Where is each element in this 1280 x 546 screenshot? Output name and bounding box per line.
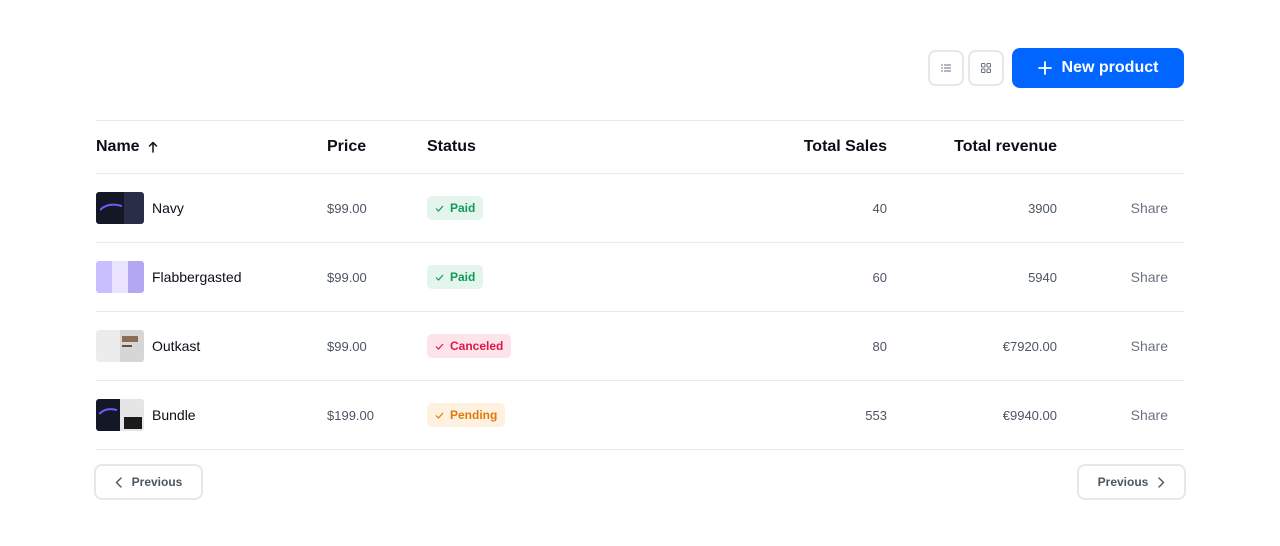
table-header: Name Price Status Total Sales Total reve… xyxy=(96,121,1184,174)
arrow-up-icon xyxy=(148,141,157,153)
product-price: $199.00 xyxy=(327,407,374,423)
name-column-header[interactable]: Name xyxy=(96,138,327,156)
status-badge: Paid xyxy=(427,196,484,220)
plus-icon xyxy=(1037,61,1052,75)
product-thumbnail xyxy=(96,330,144,362)
status-badge: Canceled xyxy=(427,334,512,358)
check-icon xyxy=(435,205,444,212)
total-sales-value: 40 xyxy=(872,200,887,216)
previous-page-button[interactable]: Previous xyxy=(94,464,203,500)
product-thumbnail xyxy=(96,261,144,293)
status-badge: Pending xyxy=(427,403,506,427)
total-revenue-column-header[interactable]: Total revenue xyxy=(887,138,1057,156)
status-label: Paid xyxy=(450,270,476,284)
share-button[interactable]: Share xyxy=(1057,338,1168,354)
total-sales-column-header[interactable]: Total Sales xyxy=(627,138,887,156)
product-name: Bundle xyxy=(152,407,196,423)
total-revenue-value: €9940.00 xyxy=(1002,407,1057,423)
toolbar: New product xyxy=(928,48,1184,88)
status-badge: Paid xyxy=(427,265,484,289)
grid-view-button[interactable] xyxy=(968,50,1004,86)
list-icon xyxy=(941,64,951,72)
share-button[interactable]: Share xyxy=(1057,200,1168,216)
price-column-header[interactable]: Price xyxy=(327,138,427,156)
check-icon xyxy=(435,412,444,419)
product-thumbnail xyxy=(96,192,144,224)
status-label: Pending xyxy=(450,408,498,422)
previous-label: Previous xyxy=(131,475,183,489)
total-revenue-value: €7920.00 xyxy=(1002,338,1057,354)
new-product-button[interactable]: New product xyxy=(1012,48,1184,88)
table-row[interactable]: Navy $99.00 Paid 40 3900 Share xyxy=(96,174,1184,243)
table-row[interactable]: Outkast $99.00 Canceled 80 €7920.00 Shar… xyxy=(96,312,1184,381)
name-header-label: Name xyxy=(96,138,140,155)
product-name: Navy xyxy=(152,200,184,216)
chevron-right-icon xyxy=(1158,476,1165,488)
table-row[interactable]: Bundle $199.00 Pending 553 €9940.00 Shar… xyxy=(96,381,1184,450)
product-price: $99.00 xyxy=(327,338,367,354)
product-name: Flabbergasted xyxy=(152,269,242,285)
status-label: Paid xyxy=(450,201,476,215)
product-thumbnail xyxy=(96,399,144,431)
share-button[interactable]: Share xyxy=(1057,407,1168,423)
table-row[interactable]: Flabbergasted $99.00 Paid 60 5940 Share xyxy=(96,243,1184,312)
check-icon xyxy=(435,343,444,350)
products-table: Name Price Status Total Sales Total reve… xyxy=(96,120,1184,450)
product-price: $99.00 xyxy=(327,269,367,285)
product-price: $99.00 xyxy=(327,200,367,216)
share-button[interactable]: Share xyxy=(1057,269,1168,285)
chevron-left-icon xyxy=(115,476,122,488)
status-label: Canceled xyxy=(450,339,504,353)
grid-icon xyxy=(981,63,991,73)
total-revenue-value: 5940 xyxy=(1028,269,1057,285)
total-sales-value: 553 xyxy=(865,407,887,423)
next-page-button[interactable]: Previous xyxy=(1077,464,1186,500)
total-sales-value: 60 xyxy=(872,269,887,285)
status-column-header[interactable]: Status xyxy=(427,138,627,156)
list-view-button[interactable] xyxy=(928,50,964,86)
total-revenue-value: 3900 xyxy=(1028,200,1057,216)
product-name: Outkast xyxy=(152,338,201,354)
next-label: Previous xyxy=(1097,475,1149,489)
total-sales-value: 80 xyxy=(872,338,887,354)
check-icon xyxy=(435,274,444,281)
new-product-label: New product xyxy=(1061,59,1159,76)
